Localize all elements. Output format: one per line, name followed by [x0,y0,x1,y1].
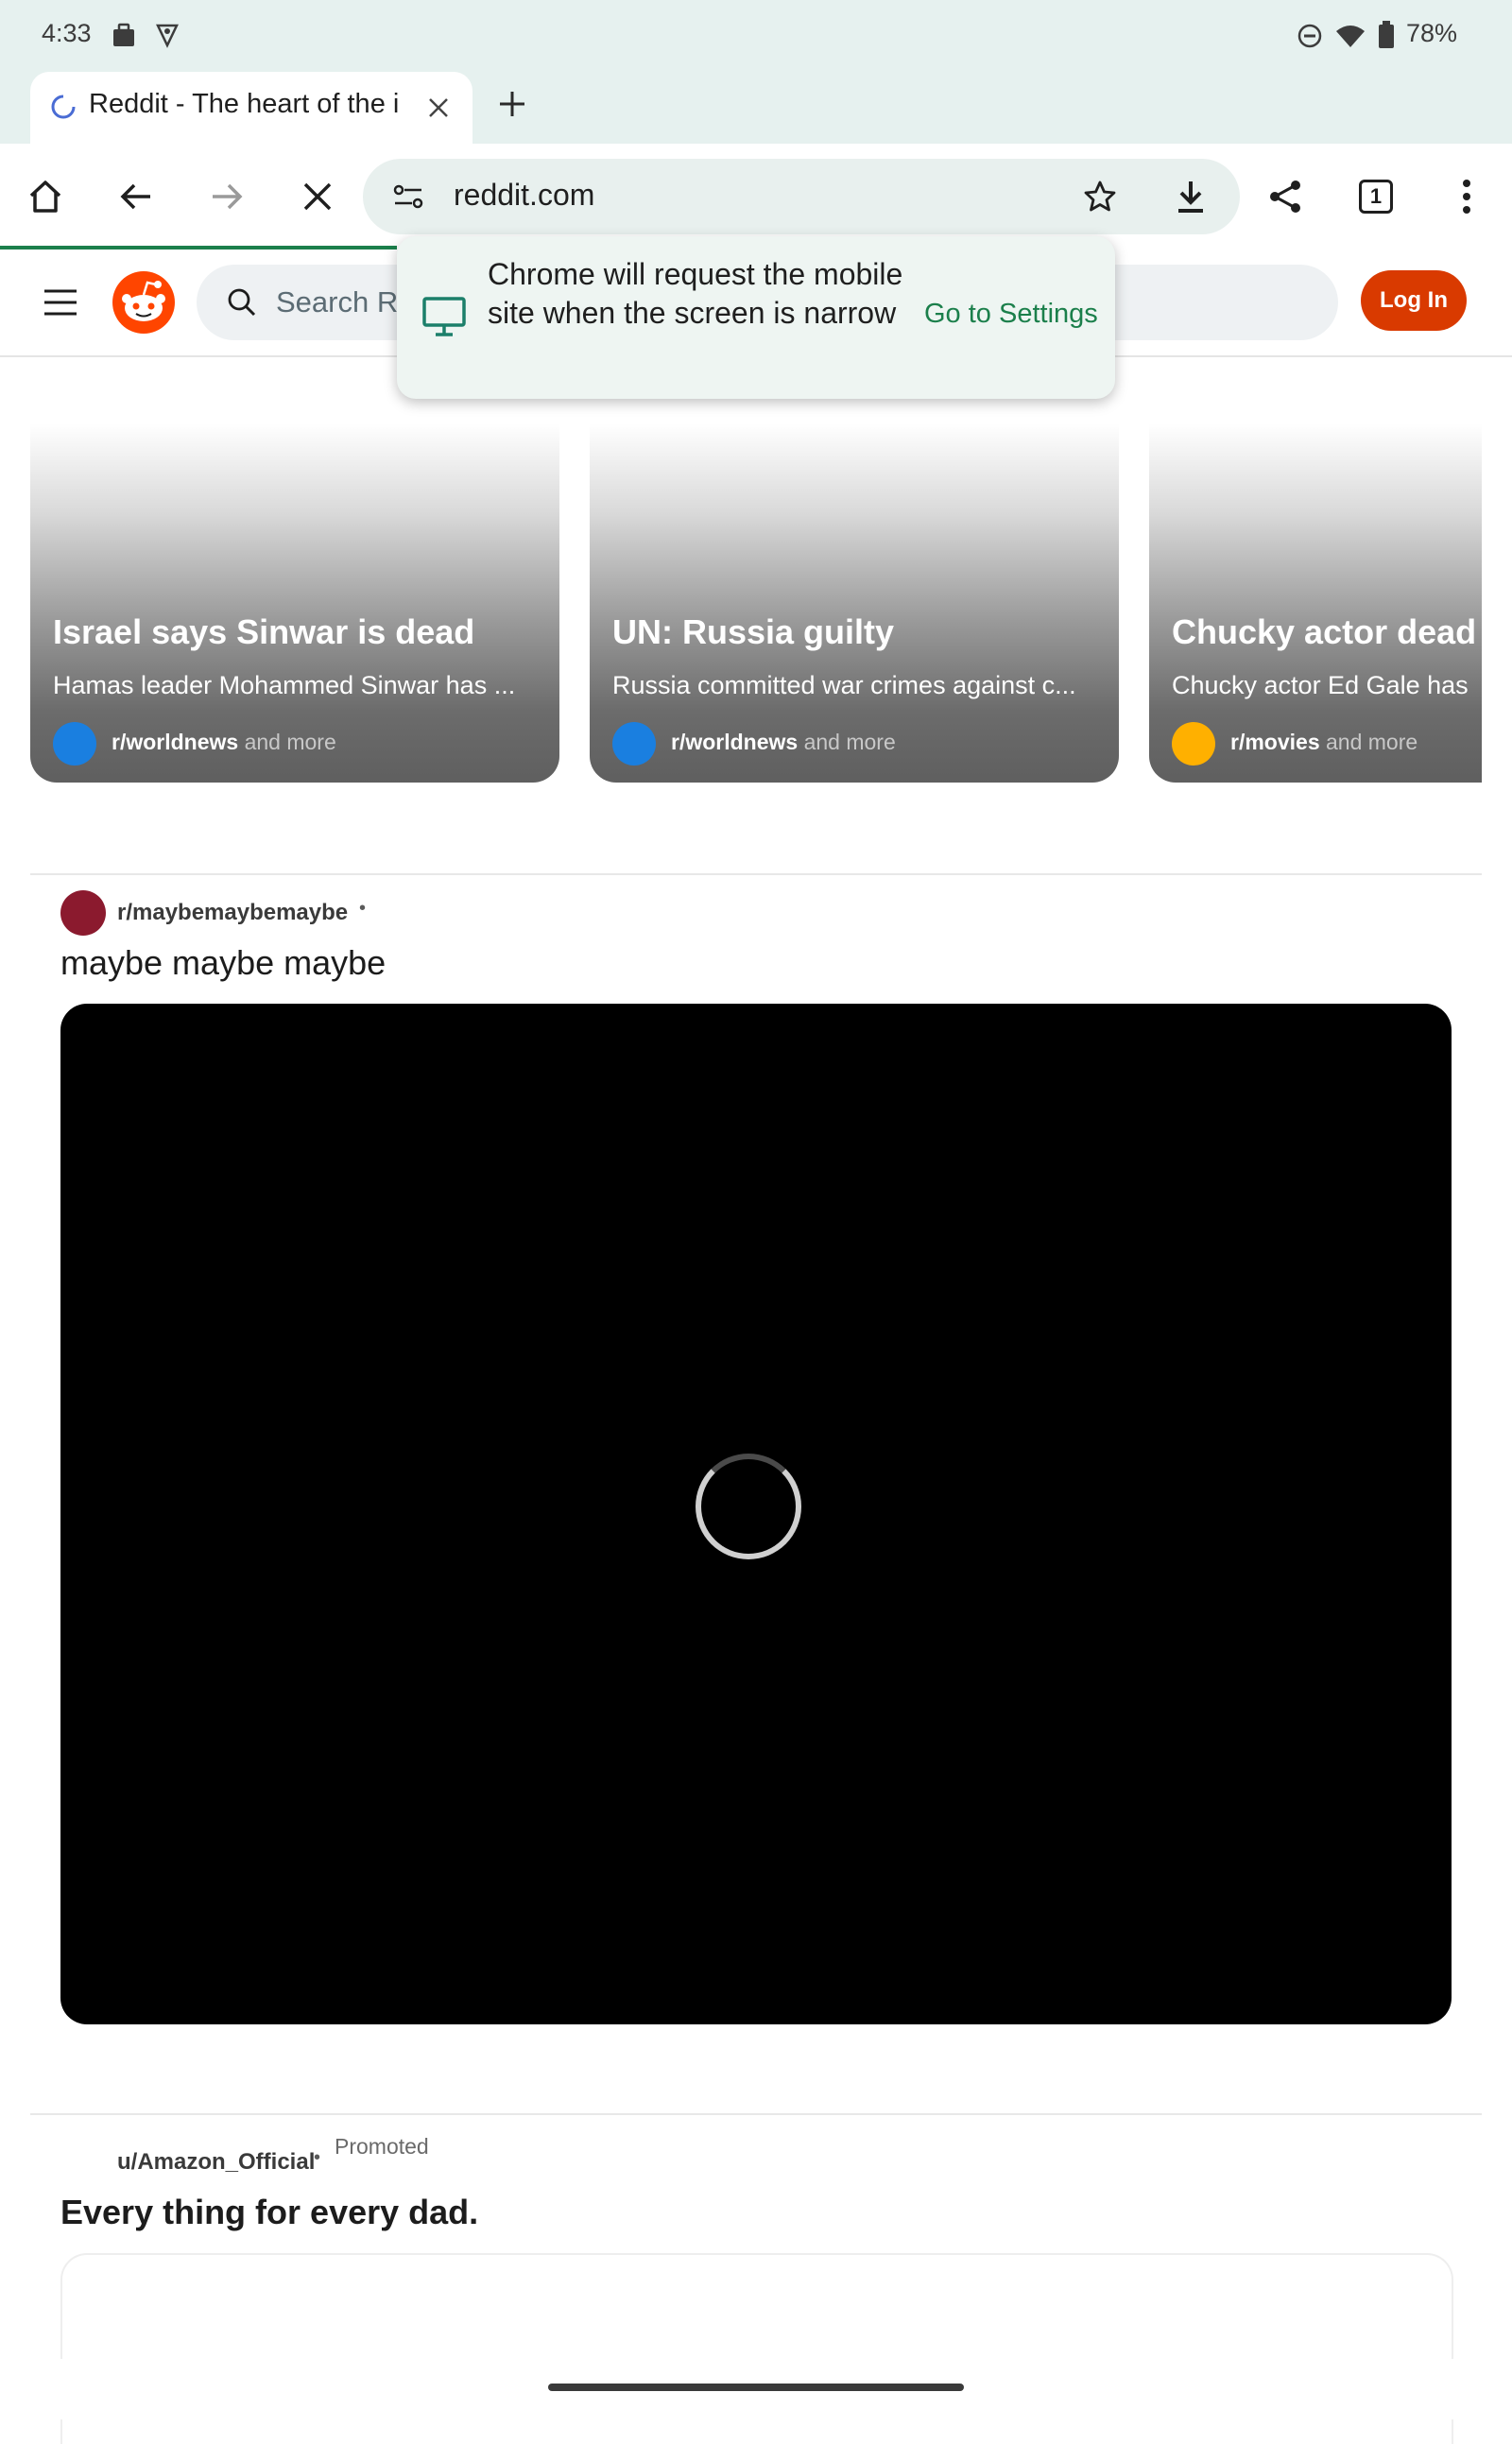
card-subreddit[interactable]: r/worldnews [112,730,238,754]
card-more: and more [1326,730,1418,754]
card-more: and more [803,730,896,754]
wifi-icon [1334,21,1366,51]
search-placeholder[interactable]: Search R [276,285,398,319]
go-to-settings-link[interactable]: Go to Settings [924,299,1098,330]
trending-card[interactable]: Israel says Sinwar is dead Hamas leader … [30,423,559,783]
battery-icon [1372,19,1400,51]
promoted-tag: Promoted [335,2134,429,2159]
tab-reddit[interactable]: Reddit - The heart of the in [30,72,472,144]
meta-separator: • [359,898,367,919]
close-tab-icon[interactable] [421,91,455,125]
battery-percent: 78% [1406,19,1458,47]
promoted-user[interactable]: u/Amazon_Official [117,2149,315,2176]
forward-icon[interactable] [200,170,253,223]
post-title[interactable]: maybe maybe maybe [60,943,386,983]
video-loading-spinner [696,1454,801,1559]
card-subreddit-line: r/movies and more [1230,730,1418,755]
hamburger-menu-icon[interactable] [34,278,87,327]
dnd-icon [1295,21,1325,51]
status-time: 4:33 [42,19,92,47]
card-subreddit[interactable]: r/worldnews [671,730,798,754]
card-subreddit-line: r/worldnews and more [112,730,336,755]
stop-loading-icon[interactable] [291,170,344,223]
feed-divider [30,873,1482,875]
card-title: UN: Russia guilty [612,612,895,651]
status-bar: 4:33 78% [0,0,1512,68]
vpn-shield-icon [153,21,181,49]
meta-separator: • [314,2147,321,2168]
card-subtitle: Russia committed war crimes against c... [612,671,1076,699]
bookmark-star-icon[interactable] [1079,176,1121,217]
more-menu-icon[interactable] [1440,170,1493,223]
desktop-monitor-icon [418,293,471,340]
omnibox[interactable]: reddit.com [363,159,1240,234]
share-icon[interactable] [1259,170,1312,223]
card-subreddit-line: r/worldnews and more [671,730,896,755]
subreddit-avatar [612,722,656,766]
home-gesture-bar[interactable] [548,2384,964,2391]
subreddit-avatar [1172,722,1215,766]
site-settings-icon[interactable] [389,178,427,215]
post-subreddit[interactable]: r/maybemaybemaybe [117,900,348,926]
search-icon [225,285,259,319]
feed-divider [30,2113,1482,2115]
tab-title: Reddit - The heart of the in [89,89,401,119]
card-more: and more [244,730,336,754]
back-icon[interactable] [110,170,163,223]
card-subtitle: Chucky actor Ed Gale has d [1172,671,1474,699]
login-button[interactable]: Log In [1361,270,1467,331]
home-icon[interactable] [19,170,72,223]
card-subreddit[interactable]: r/movies [1230,730,1320,754]
tab-count: 1 [1359,180,1393,214]
trending-card[interactable]: UN: Russia guilty Russia committed war c… [590,423,1119,783]
card-subtitle: Hamas leader Mohammed Sinwar has ... [53,671,516,699]
card-title: Israel says Sinwar is dead [53,612,475,651]
briefcase-icon [110,21,138,49]
trending-card[interactable]: Chucky actor dead a Chucky actor Ed Gale… [1149,423,1482,783]
subreddit-avatar[interactable] [60,890,106,936]
tab-switcher-button[interactable]: 1 [1349,170,1402,223]
loading-icon [49,93,77,121]
new-tab-icon[interactable] [491,83,533,125]
popup-message: Chrome will request the mobile site when… [488,257,903,330]
reddit-logo-icon[interactable] [110,268,178,336]
card-title: Chucky actor dead a [1172,612,1482,651]
promoted-title[interactable]: Every thing for every dad. [60,2193,478,2232]
download-icon[interactable] [1170,176,1211,217]
subreddit-avatar [53,722,96,766]
desktop-site-popup: Chrome will request the mobile site when… [397,236,1115,399]
url-text[interactable]: reddit.com [454,178,594,213]
